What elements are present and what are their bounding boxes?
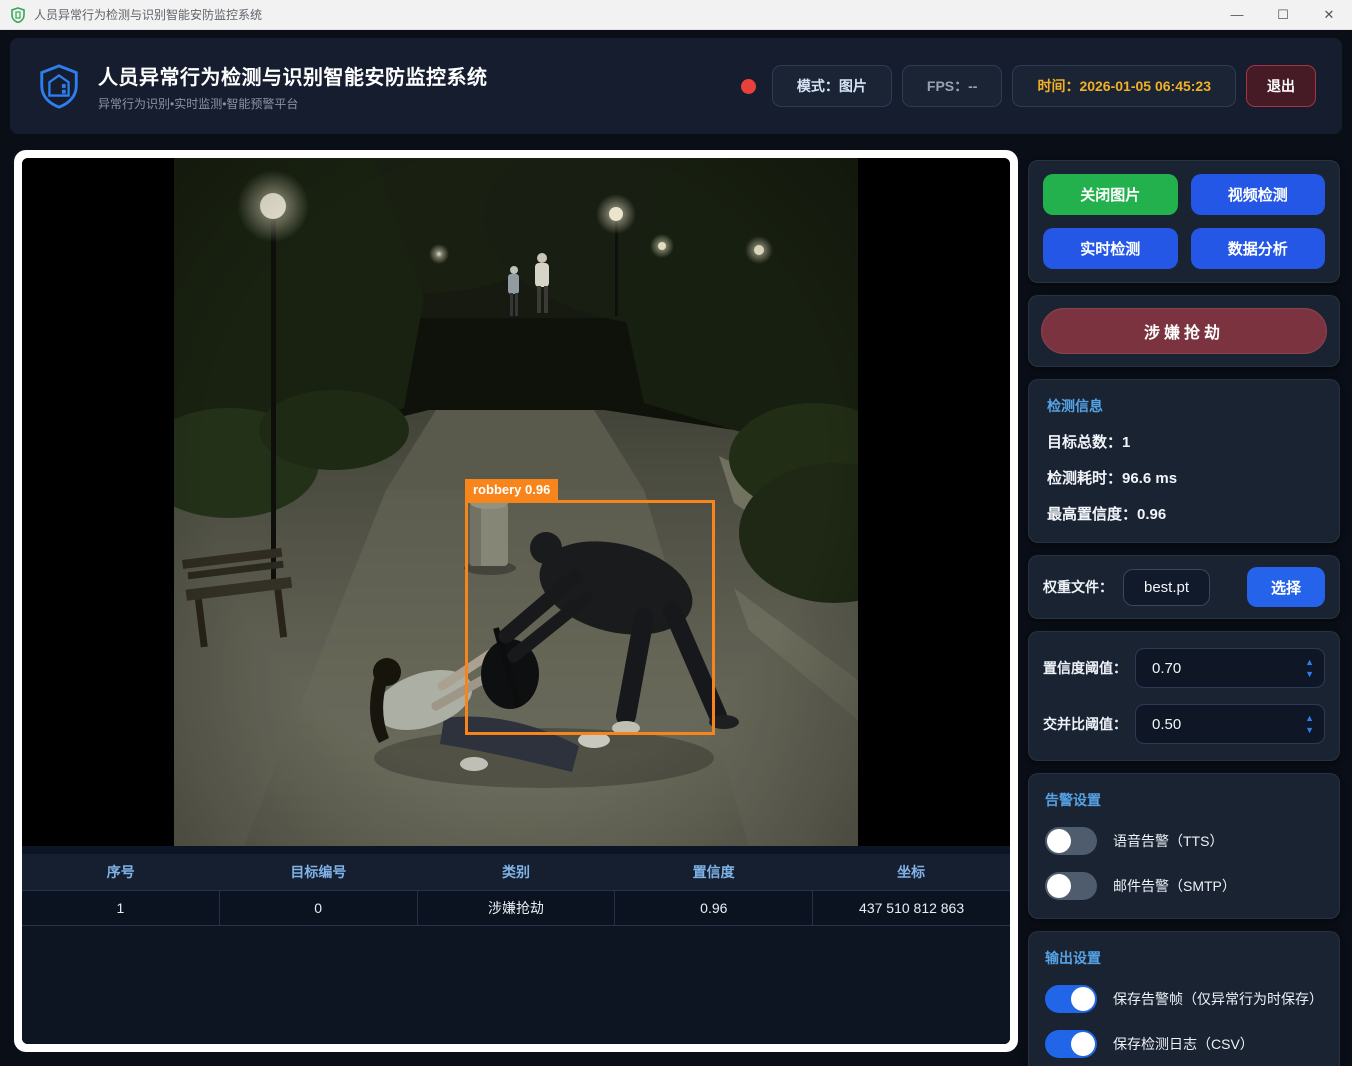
detect-elapsed: 检测耗时：96.6 ms [1047, 470, 1178, 487]
detection-bbox: robbery 0.96 [465, 479, 715, 735]
confidence-threshold-label: 置信度阈值： [1043, 660, 1127, 676]
save-csv-log-toggle[interactable] [1045, 1030, 1097, 1058]
time-status-badge: 时间：2026-01-05 06:45:23 [1012, 65, 1236, 107]
cell-index: 1 [22, 891, 220, 925]
weights-card: 权重文件： best.pt 选择 [1028, 555, 1340, 619]
detection-bbox-label: robbery 0.96 [465, 479, 559, 501]
weights-file-value: best.pt [1123, 568, 1211, 606]
save-alert-frame-label: 保存告警帧（仅异常行为时保存） [1113, 991, 1323, 1007]
cell-coords: 437 510 812 863 [859, 900, 965, 916]
save-csv-log-label: 保存检测日志（CSV） [1113, 1036, 1254, 1052]
table-header-row: 序号 目标编号 类别 置信度 坐标 [22, 854, 1010, 890]
col-header-class: 类别 [501, 864, 530, 880]
output-settings-title: 输出设置 [1045, 950, 1101, 966]
thresholds-card: 置信度阈值： 0.70 ▲ ▼ 交并比阈值： 0.50 ▲ ▼ [1028, 631, 1340, 761]
os-titlebar: 人员异常行为检测与识别智能安防监控系统 — ☐ ✕ [0, 0, 1352, 30]
header-titles: 人员异常行为检测与识别智能安防监控系统 异常行为识别•实时监测•智能预警平台 [98, 61, 488, 112]
window-title: 人员异常行为检测与识别智能安防监控系统 [34, 8, 263, 22]
spin-down-icon[interactable]: ▼ [1305, 725, 1314, 735]
table-empty-area [22, 926, 1010, 1044]
recording-indicator-icon [740, 78, 756, 94]
close-image-button[interactable]: 关闭图片 [1043, 174, 1178, 215]
table-row[interactable]: 1 0 涉嫌抢劫 0.96 437 510 812 863 [22, 890, 1010, 926]
app-shield-icon [11, 6, 25, 23]
alarm-settings-card: 告警设置 语音告警（TTS） 邮件告警（SMTP） [1028, 773, 1340, 919]
alert-banner[interactable]: 涉嫌抢劫 [1041, 308, 1327, 354]
logo-shield-icon [40, 64, 78, 109]
data-analysis-button[interactable]: 数据分析 [1190, 228, 1325, 269]
iou-threshold-value: 0.50 [1152, 715, 1182, 733]
spin-up-icon[interactable]: ▲ [1305, 657, 1314, 667]
close-button[interactable]: ✕ [1306, 0, 1352, 30]
exit-button[interactable]: 退出 [1246, 65, 1316, 107]
image-viewer: robbery 0.96 [22, 158, 1010, 846]
detection-table: 序号 目标编号 类别 置信度 坐标 1 0 涉嫌抢劫 0.96 437 510 … [22, 854, 1010, 1044]
iou-threshold-label: 交并比阈值： [1043, 716, 1127, 732]
output-settings-card: 输出设置 保存告警帧（仅异常行为时保存） 保存检测日志（CSV） 保存视频输出（… [1028, 931, 1340, 1066]
surveillance-photo: robbery 0.96 [174, 158, 858, 846]
spin-up-icon[interactable]: ▲ [1305, 713, 1314, 723]
save-alert-frame-toggle[interactable] [1045, 985, 1097, 1013]
col-header-index: 序号 [106, 864, 135, 880]
sidebar: 关闭图片 视频检测 实时检测 数据分析 涉嫌抢劫 检测信息 目标总数：1 检测耗… [1028, 150, 1340, 1066]
tts-alarm-toggle[interactable] [1045, 827, 1097, 855]
cell-target-id: 0 [220, 891, 418, 925]
page-subtitle: 异常行为识别•实时监测•智能预警平台 [98, 96, 299, 111]
smtp-alarm-label: 邮件告警（SMTP） [1113, 878, 1236, 894]
main-panel: robbery 0.96 序号 目标编号 类别 置信度 坐标 1 0 涉嫌抢劫 … [14, 150, 1018, 1052]
alarm-settings-title: 告警设置 [1045, 792, 1101, 808]
target-count: 目标总数：1 [1047, 434, 1131, 451]
col-header-confidence: 置信度 [692, 864, 735, 880]
detection-info-card: 检测信息 目标总数：1 检测耗时：96.6 ms 最高置信度：0.96 [1028, 379, 1340, 543]
fps-status-badge: FPS：-- [901, 65, 1003, 107]
mode-status-badge: 模式：图片 [771, 65, 892, 107]
realtime-detect-button[interactable]: 实时检测 [1043, 228, 1178, 269]
select-weights-button[interactable]: 选择 [1246, 567, 1325, 607]
col-header-coords: 坐标 [897, 864, 926, 880]
spin-down-icon[interactable]: ▼ [1305, 669, 1314, 679]
page-title: 人员异常行为检测与识别智能安防监控系统 [98, 66, 488, 89]
iou-threshold-spinner[interactable]: 0.50 ▲ ▼ [1135, 704, 1325, 744]
maximize-button[interactable]: ☐ [1260, 0, 1306, 30]
confidence-threshold-value: 0.70 [1152, 659, 1182, 677]
minimize-button[interactable]: — [1214, 0, 1260, 30]
col-header-target-id: 目标编号 [290, 864, 347, 880]
header: 人员异常行为检测与识别智能安防监控系统 异常行为识别•实时监测•智能预警平台 模… [10, 38, 1342, 134]
detection-info-title: 检测信息 [1047, 398, 1103, 414]
max-confidence: 最高置信度：0.96 [1047, 506, 1167, 523]
tts-alarm-label: 语音告警（TTS） [1113, 833, 1224, 849]
weights-label: 权重文件： [1043, 579, 1113, 595]
video-detect-button[interactable]: 视频检测 [1190, 174, 1325, 215]
cell-class: 涉嫌抢劫 [418, 891, 616, 925]
alert-banner-card: 涉嫌抢劫 [1028, 295, 1340, 367]
control-buttons-card: 关闭图片 视频检测 实时检测 数据分析 [1028, 160, 1340, 283]
cell-confidence: 0.96 [615, 891, 814, 925]
smtp-alarm-toggle[interactable] [1045, 872, 1097, 900]
confidence-threshold-spinner[interactable]: 0.70 ▲ ▼ [1135, 648, 1325, 688]
